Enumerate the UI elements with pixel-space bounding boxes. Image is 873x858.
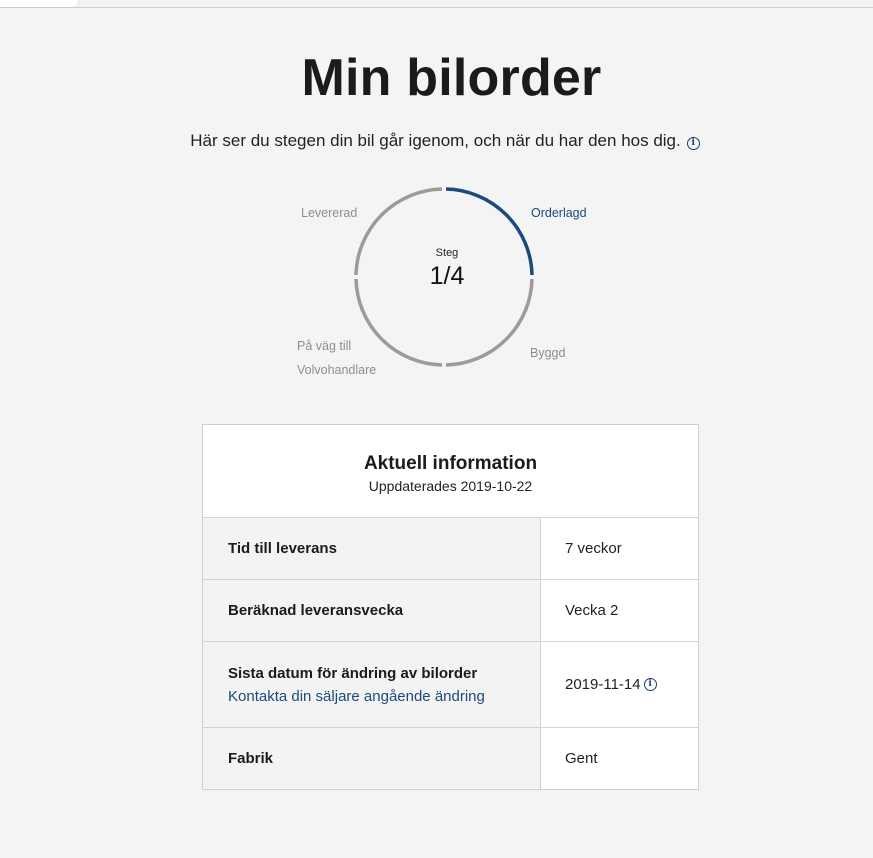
row-value: Vecka 2: [541, 580, 698, 641]
step-counter: 1/4: [429, 262, 465, 290]
row-label-text: Tid till leverans: [228, 540, 337, 557]
table-row: Tid till leverans 7 veckor: [203, 518, 698, 580]
row-label: Fabrik: [203, 728, 541, 789]
row-value: Gent: [541, 728, 698, 789]
step-label-byggd: Byggd: [530, 346, 566, 360]
page-title: Min bilorder: [301, 49, 602, 107]
progress-segment-byggd: [445, 278, 534, 367]
contact-seller-link[interactable]: Kontakta din säljare angående ändring: [228, 688, 540, 705]
row-value-text: 7 veckor: [565, 540, 622, 557]
info-icon[interactable]: i: [686, 137, 700, 150]
info-card-header: Aktuell information Uppdaterades 2019-10…: [203, 425, 698, 518]
header-divider: [0, 7, 873, 8]
row-label-text: Fabrik: [228, 750, 274, 767]
step-label-orderlagd: Orderlagd: [531, 206, 587, 220]
row-value-text: Vecka 2: [565, 602, 619, 619]
row-label: Tid till leverans: [203, 518, 541, 579]
table-row: Fabrik Gent: [203, 728, 698, 789]
row-value-text: Gent: [565, 750, 598, 767]
info-card-updated: Uppdaterades 2019-10-22: [368, 478, 533, 494]
page-subtitle: Här ser du stegen din bil går igenom, oc…: [0, 131, 873, 151]
row-label: Sista datum för ändring av bilorder Kont…: [203, 642, 541, 727]
step-label-levererad: Levererad: [301, 206, 358, 220]
info-card-title: Aktuell information: [363, 453, 538, 474]
table-row: Beräknad leveransvecka Vecka 2: [203, 580, 698, 642]
step-label-pa-vag: På väg till Volvohandlare: [297, 334, 376, 382]
row-value: 7 veckor: [541, 518, 698, 579]
info-icon[interactable]: i: [643, 678, 657, 691]
step-label-pa-vag-line2: Volvohandlare: [297, 363, 377, 377]
table-row: Sista datum för ändring av bilorder Kont…: [203, 642, 698, 728]
info-card: Aktuell information Uppdaterades 2019-10…: [202, 424, 699, 790]
row-label-text: Sista datum för ändring av bilorder: [228, 664, 478, 682]
subtitle-text: Här ser du stegen din bil går igenom, oc…: [190, 131, 681, 150]
step-caption: Steg: [435, 247, 459, 259]
row-value-text: 2019-11-14: [565, 676, 641, 693]
row-label: Beräknad leveransvecka: [203, 580, 541, 641]
row-label-text: Beräknad leveransvecka: [228, 602, 404, 619]
step-label-pa-vag-line1: På väg till: [297, 339, 352, 353]
row-value: 2019-11-14 i: [541, 642, 698, 727]
